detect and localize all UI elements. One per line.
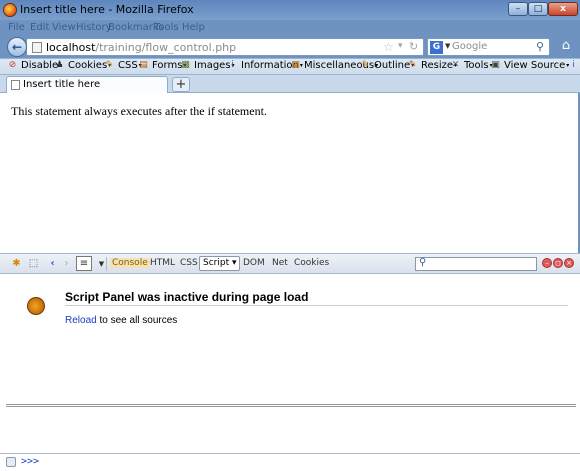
devbar-item-label: Cookies [68, 60, 108, 71]
devbar-item-label: Outline [374, 60, 411, 71]
menu-help[interactable]: Help [182, 22, 205, 33]
search-input[interactable]: Google [452, 41, 487, 52]
tab-page-icon [11, 80, 20, 90]
firebug-search-icon: ⚲ [419, 257, 427, 268]
cookies-icon: ♟ [55, 60, 64, 70]
engine-dropdown-icon[interactable]: ▼ [445, 42, 450, 50]
new-tab-button[interactable]: + [172, 77, 190, 92]
minimize-button[interactable]: – [508, 2, 528, 16]
maximize-button[interactable]: □ [528, 2, 548, 16]
devbar-item-css[interactable]: ✎ CSS ▾ [104, 60, 142, 71]
view-source-icon: ▣ [491, 60, 500, 70]
panel-menu-icon[interactable]: ≡ [76, 256, 92, 271]
css-icon: ✎ [105, 60, 114, 70]
devbar-item-label: Disable [21, 60, 59, 71]
script-panel: Script Panel was inactive during page lo… [0, 274, 580, 454]
reload-message: Reload to see all sources [65, 315, 177, 326]
url-text: localhost/training/flow_control.php [46, 41, 236, 54]
firebug-bug-icon[interactable]: ✱ [10, 258, 23, 270]
forward-arrow-icon[interactable]: › [60, 258, 73, 270]
devbar-item-label: Tools [464, 60, 489, 71]
firebug-detach-icon[interactable]: ◻ [553, 258, 563, 268]
firebug-close-icon[interactable]: × [564, 258, 574, 268]
devbar-item-label: Forms [152, 60, 183, 71]
tab-dom[interactable]: DOM [243, 258, 265, 268]
devbar-item-label: View Source [504, 60, 566, 71]
resize-icon: ✎ [408, 60, 417, 70]
page-icon [32, 42, 42, 53]
devbar-item-cookies[interactable]: ♟ Cookies ▾ [54, 60, 111, 71]
window-title: Insert title here - Mozilla Firefox [20, 3, 194, 16]
menu-view[interactable]: View [52, 22, 76, 33]
back-arrow-icon[interactable]: ‹ [46, 258, 59, 270]
reload-icon[interactable]: ↻ [409, 40, 418, 53]
url-dropdown-icon[interactable]: ▾ [398, 41, 403, 51]
panel-divider [65, 305, 568, 306]
forms-icon: ▤ [139, 60, 148, 70]
tab-net[interactable]: Net [272, 258, 288, 268]
devbar-item-label: Resize [421, 60, 454, 71]
menu-edit[interactable]: Edit [30, 22, 49, 33]
panel-splitter[interactable] [6, 404, 576, 407]
firebug-toolbar: ✱ ⬚ ‹ › ≡ ▼ Console HTML CSS Script ▾ DO… [0, 253, 580, 274]
tab-script[interactable]: Script ▾ [199, 256, 241, 271]
command-prompt[interactable]: >>> [21, 456, 39, 467]
navigation-bar: localhost/training/flow_control.php ☆ ▾ … [0, 36, 580, 58]
menu-history[interactable]: History [76, 22, 112, 33]
outline-icon: ✎ [361, 60, 370, 70]
devbar-item-tools[interactable]: ✕ Tools ▾ [450, 60, 493, 71]
menu-tools[interactable]: Tools [154, 22, 179, 33]
home-icon[interactable]: ⌂ [556, 38, 576, 56]
firefox-logo-icon [3, 3, 17, 17]
menu-file[interactable]: File [8, 22, 25, 33]
tab-html[interactable]: HTML [150, 258, 175, 268]
panel-title: Script Panel was inactive during page lo… [65, 290, 309, 304]
devbar-item-label: CSS [118, 60, 138, 71]
disable-icon: ⊘ [8, 60, 17, 70]
web-developer-toolbar: ⊘ Disable ▾ ♟ Cookies ▾ ✎ CSS ▾ ▤ Forms ▾ ▩ Images ▾ i I… [0, 58, 580, 75]
devbar-item-op[interactable]: iOp [568, 60, 580, 71]
tab-console[interactable]: Console [110, 258, 150, 268]
search-icon[interactable]: ⚲ [536, 40, 544, 53]
images-icon: ▩ [181, 60, 190, 70]
tools-icon: ✕ [451, 60, 460, 70]
page-content: This statement always executes after the… [0, 93, 578, 253]
toolbar-separator [106, 257, 107, 271]
reload-link[interactable]: Reload [65, 315, 97, 326]
firebug-large-bug-icon [27, 297, 45, 315]
options-icon: i [572, 60, 575, 70]
google-engine-icon[interactable]: G [430, 41, 443, 54]
reload-message-text: to see all sources [96, 315, 178, 326]
firebug-minimize-icon[interactable]: – [542, 258, 552, 268]
information-icon: i [231, 60, 234, 70]
inspect-icon[interactable]: ⬚ [27, 258, 40, 270]
tab-insert-title[interactable]: Insert title here [6, 76, 168, 93]
url-path: /training/flow_control.php [95, 41, 237, 54]
back-button[interactable]: ← [7, 37, 27, 57]
command-line-toggle-icon[interactable] [6, 457, 16, 467]
close-button[interactable]: x [548, 2, 578, 16]
page-text: This statement always executes after the… [11, 104, 267, 118]
tab-cookies[interactable]: Cookies [294, 258, 329, 268]
url-bar[interactable]: localhost/training/flow_control.php ☆ ▾ … [26, 38, 424, 56]
url-host: localhost [46, 41, 96, 54]
tab-title: Insert title here [23, 79, 101, 90]
search-bar[interactable]: G ▼ Google ⚲ [427, 38, 550, 56]
bookmark-star-icon[interactable]: ☆ [383, 40, 394, 54]
firebug-search-input[interactable]: ⚲ [415, 257, 537, 271]
menu-bar: File Edit View History Bookmarks Tools H… [0, 20, 580, 36]
command-line: >>> [0, 453, 580, 471]
title-bar: Insert title here - Mozilla Firefox – □ … [0, 0, 580, 20]
devbar-item-label: Images [194, 60, 231, 71]
tab-css[interactable]: CSS [180, 258, 198, 268]
devbar-item-view-source[interactable]: ▣ View Source ▾ [490, 60, 569, 71]
miscellaneous-icon: ▦ [291, 60, 300, 70]
tab-strip: Insert title here + [0, 75, 580, 93]
